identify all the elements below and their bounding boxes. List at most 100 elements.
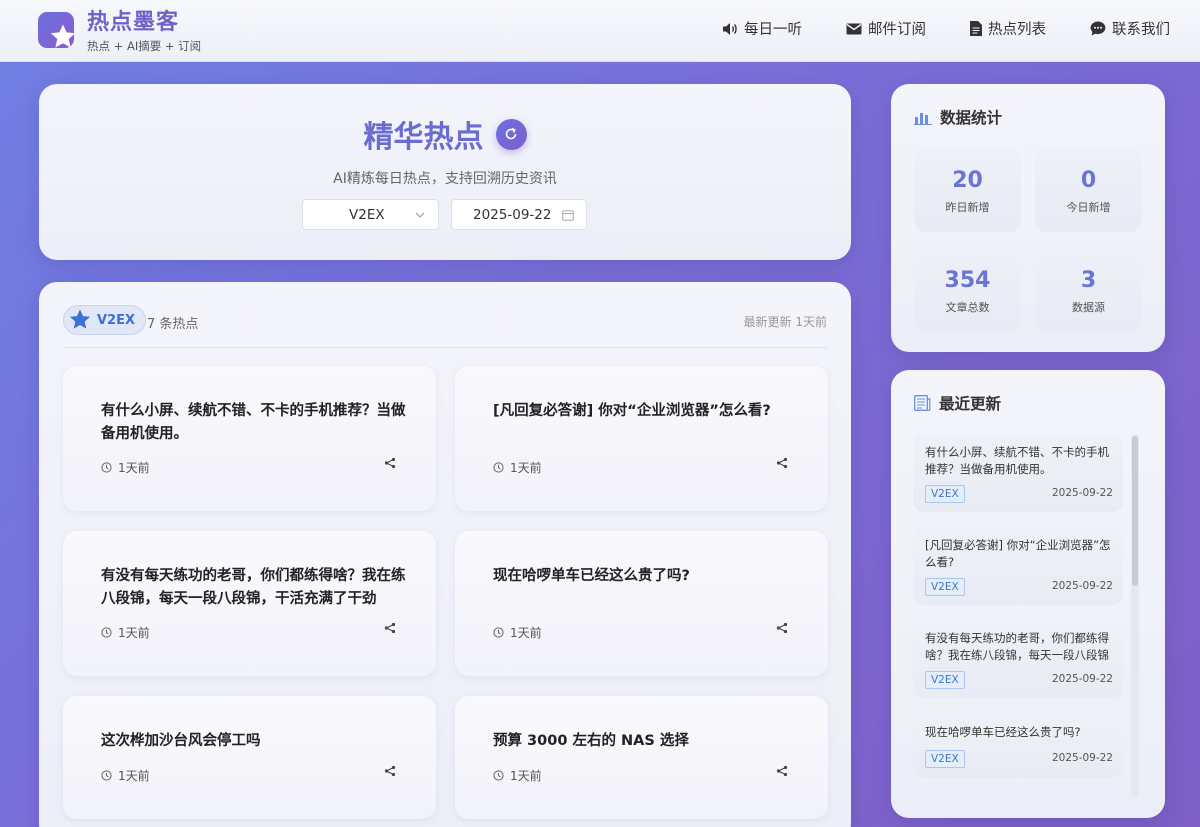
stat-data-sources: 3 数据源 xyxy=(1035,250,1142,332)
date-picker-value: 2025-09-22 xyxy=(473,206,552,223)
stats-card: 数据统计 20 昨日新增 0 今日新增 354 文章总数 3 数据源 xyxy=(891,84,1165,352)
calendar-icon xyxy=(562,210,574,221)
recent-item[interactable]: [凡回复必答谢] 你对“企业浏览器”怎么看? V2EX 2025-09-22 xyxy=(913,527,1123,605)
stat-label: 文章总数 xyxy=(945,301,990,314)
hot-item-time: 1天前 xyxy=(510,461,542,475)
hot-item-time: 1天前 xyxy=(510,769,542,783)
document-icon xyxy=(970,21,982,36)
brand-title[interactable]: 热点墨客 xyxy=(87,4,179,36)
nav-label: 热点列表 xyxy=(988,22,1046,38)
stat-yesterday-new: 20 昨日新增 xyxy=(914,150,1021,232)
speaker-icon xyxy=(723,22,737,35)
hot-item-title: 有没有每天练功的老哥，你们都练得啥？我在练八段锦，每天一段八段锦，干活充满了干劲 xyxy=(101,568,406,607)
nav-daily-listen[interactable]: 每日一听 xyxy=(722,18,802,39)
nav-email-subscribe[interactable]: 邮件订阅 xyxy=(846,18,926,39)
hot-item-time: 1天前 xyxy=(510,626,542,640)
share-icon[interactable] xyxy=(384,622,396,634)
hot-item-title: 这次桦加沙台风会停工吗 xyxy=(101,733,261,749)
hot-item-time: 1天前 xyxy=(118,626,150,640)
clock-icon xyxy=(493,770,504,781)
refresh-button[interactable] xyxy=(495,118,527,150)
hot-item[interactable]: 有什么小屏、续航不错、不卡的手机推荐？当做备用机使用。 1天前 xyxy=(63,366,436,511)
recent-item-date: 2025-09-22 xyxy=(1051,487,1113,499)
share-icon[interactable] xyxy=(776,457,788,469)
source-tag: V2EX xyxy=(925,578,965,596)
clock-icon xyxy=(101,627,112,638)
mail-icon xyxy=(846,23,862,34)
share-icon[interactable] xyxy=(384,765,396,777)
stat-today-new: 0 今日新增 xyxy=(1035,150,1142,232)
recent-title: 最近更新 xyxy=(939,395,1002,413)
chat-icon xyxy=(1090,21,1106,36)
hot-count: 7 条热点 xyxy=(147,317,199,332)
stat-value: 354 xyxy=(944,268,991,293)
nav-hot-list[interactable]: 热点列表 xyxy=(970,18,1046,39)
hero-title: 精华热点 xyxy=(363,120,484,155)
nav-label: 每日一听 xyxy=(744,22,802,38)
recent-item[interactable]: 现在哈啰单车已经这么贵了吗? V2EX 2025-09-22 xyxy=(913,714,1123,778)
recent-item-date: 2025-09-22 xyxy=(1051,752,1113,764)
hot-item-title: 预算 3000 左右的 NAS 选择 xyxy=(493,733,689,749)
recent-item[interactable]: 有什么小屏、续航不错、不卡的手机推荐？当做备用机使用。 V2EX 2025-09… xyxy=(913,434,1123,512)
nav-label: 联系我们 xyxy=(1112,22,1170,38)
stat-value: 3 xyxy=(1080,268,1097,293)
nav-contact-us[interactable]: 联系我们 xyxy=(1090,18,1170,39)
recent-list[interactable]: 有什么小屏、续航不错、不卡的手机推荐？当做备用机使用。 V2EX 2025-09… xyxy=(913,434,1123,798)
chevron-down-icon xyxy=(415,212,425,218)
hot-item-title: 现在哈啰单车已经这么贵了吗? xyxy=(493,568,690,584)
source-badge[interactable]: V2EX xyxy=(63,305,147,335)
main-nav: 每日一听 邮件订阅 热点列表 联系我们 xyxy=(722,18,1170,39)
stats-title: 数据统计 xyxy=(940,109,1003,127)
stat-label: 数据源 xyxy=(1072,301,1105,314)
clock-icon xyxy=(101,770,112,781)
recent-item-title: 有什么小屏、续航不错、不卡的手机推荐？当做备用机使用。 xyxy=(925,445,1109,476)
hot-item[interactable]: 预算 3000 左右的 NAS 选择 1天前 xyxy=(455,696,828,819)
top-navbar: 热点墨客 热点 + AI摘要 + 订阅 每日一听 邮件订阅 热点列表 联系我们 xyxy=(0,0,1200,62)
hot-item[interactable]: 这次桦加沙台风会停工吗 1天前 xyxy=(63,696,436,819)
source-tag: V2EX xyxy=(925,485,965,503)
hot-item[interactable]: 有没有每天练功的老哥，你们都练得啥？我在练八段锦，每天一段八段锦，干活充满了干劲… xyxy=(63,531,436,676)
source-select-value: V2EX xyxy=(349,206,385,223)
date-picker[interactable]: 2025-09-22 xyxy=(451,199,587,230)
hot-item-time: 1天前 xyxy=(118,461,150,475)
scrollbar-track[interactable] xyxy=(1131,434,1139,798)
hot-item[interactable]: 现在哈啰单车已经这么贵了吗? 1天前 xyxy=(455,531,828,676)
stat-value: 20 xyxy=(952,168,983,193)
star-icon xyxy=(50,24,76,48)
source-select[interactable]: V2EX xyxy=(302,199,439,230)
recent-item-date: 2025-09-22 xyxy=(1051,673,1113,685)
recent-item[interactable]: 有没有每天练功的老哥，你们都练得啥？我在练八段锦，每天一段八段锦 V2EX 20… xyxy=(913,620,1123,698)
hot-item[interactable]: [凡回复必答谢] 你对“企业浏览器”怎么看? 1天前 xyxy=(455,366,828,511)
star-icon xyxy=(69,309,91,329)
share-icon[interactable] xyxy=(384,457,396,469)
share-icon[interactable] xyxy=(776,765,788,777)
last-updated: 最新更新 1天前 xyxy=(743,315,827,329)
stat-label: 昨日新增 xyxy=(945,201,990,214)
stat-value: 0 xyxy=(1080,168,1097,193)
stat-label: 今日新增 xyxy=(1066,201,1111,214)
share-icon[interactable] xyxy=(776,622,788,634)
source-badge-label: V2EX xyxy=(97,312,136,328)
recent-item-date: 2025-09-22 xyxy=(1051,580,1113,592)
nav-label: 邮件订阅 xyxy=(868,22,926,38)
hero-card: 精华热点 AI精炼每日热点，支持回溯历史资讯 xyxy=(39,84,851,260)
hot-item-title: [凡回复必答谢] 你对“企业浏览器”怎么看? xyxy=(493,403,771,419)
hot-item-title: 有什么小屏、续航不错、不卡的手机推荐？当做备用机使用。 xyxy=(101,403,406,442)
source-tag: V2EX xyxy=(925,671,965,689)
clock-icon xyxy=(493,462,504,473)
source-tag: V2EX xyxy=(925,750,965,768)
bar-chart-icon xyxy=(914,112,932,125)
recent-updates-card: 最近更新 有什么小屏、续航不错、不卡的手机推荐？当做备用机使用。 V2EX 20… xyxy=(891,370,1165,818)
stat-total-articles: 354 文章总数 xyxy=(914,250,1021,332)
logo[interactable] xyxy=(38,12,76,48)
clock-icon xyxy=(101,462,112,473)
list-header: V2EX 7 条热点 最新更新 1天前 xyxy=(63,304,827,348)
refresh-icon xyxy=(505,127,517,140)
brand-subtitle: 热点 + AI摘要 + 订阅 xyxy=(87,39,202,53)
hot-item-time: 1天前 xyxy=(118,769,150,783)
newspaper-icon xyxy=(914,395,931,411)
recent-item-title: 现在哈啰单车已经这么贵了吗? xyxy=(925,725,1081,739)
recent-item-title: 有没有每天练功的老哥，你们都练得啥？我在练八段锦，每天一段八段锦 xyxy=(925,631,1109,662)
hero-subtitle: AI精炼每日热点，支持回溯历史资讯 xyxy=(333,171,557,187)
scrollbar-thumb[interactable] xyxy=(1132,436,1138,586)
